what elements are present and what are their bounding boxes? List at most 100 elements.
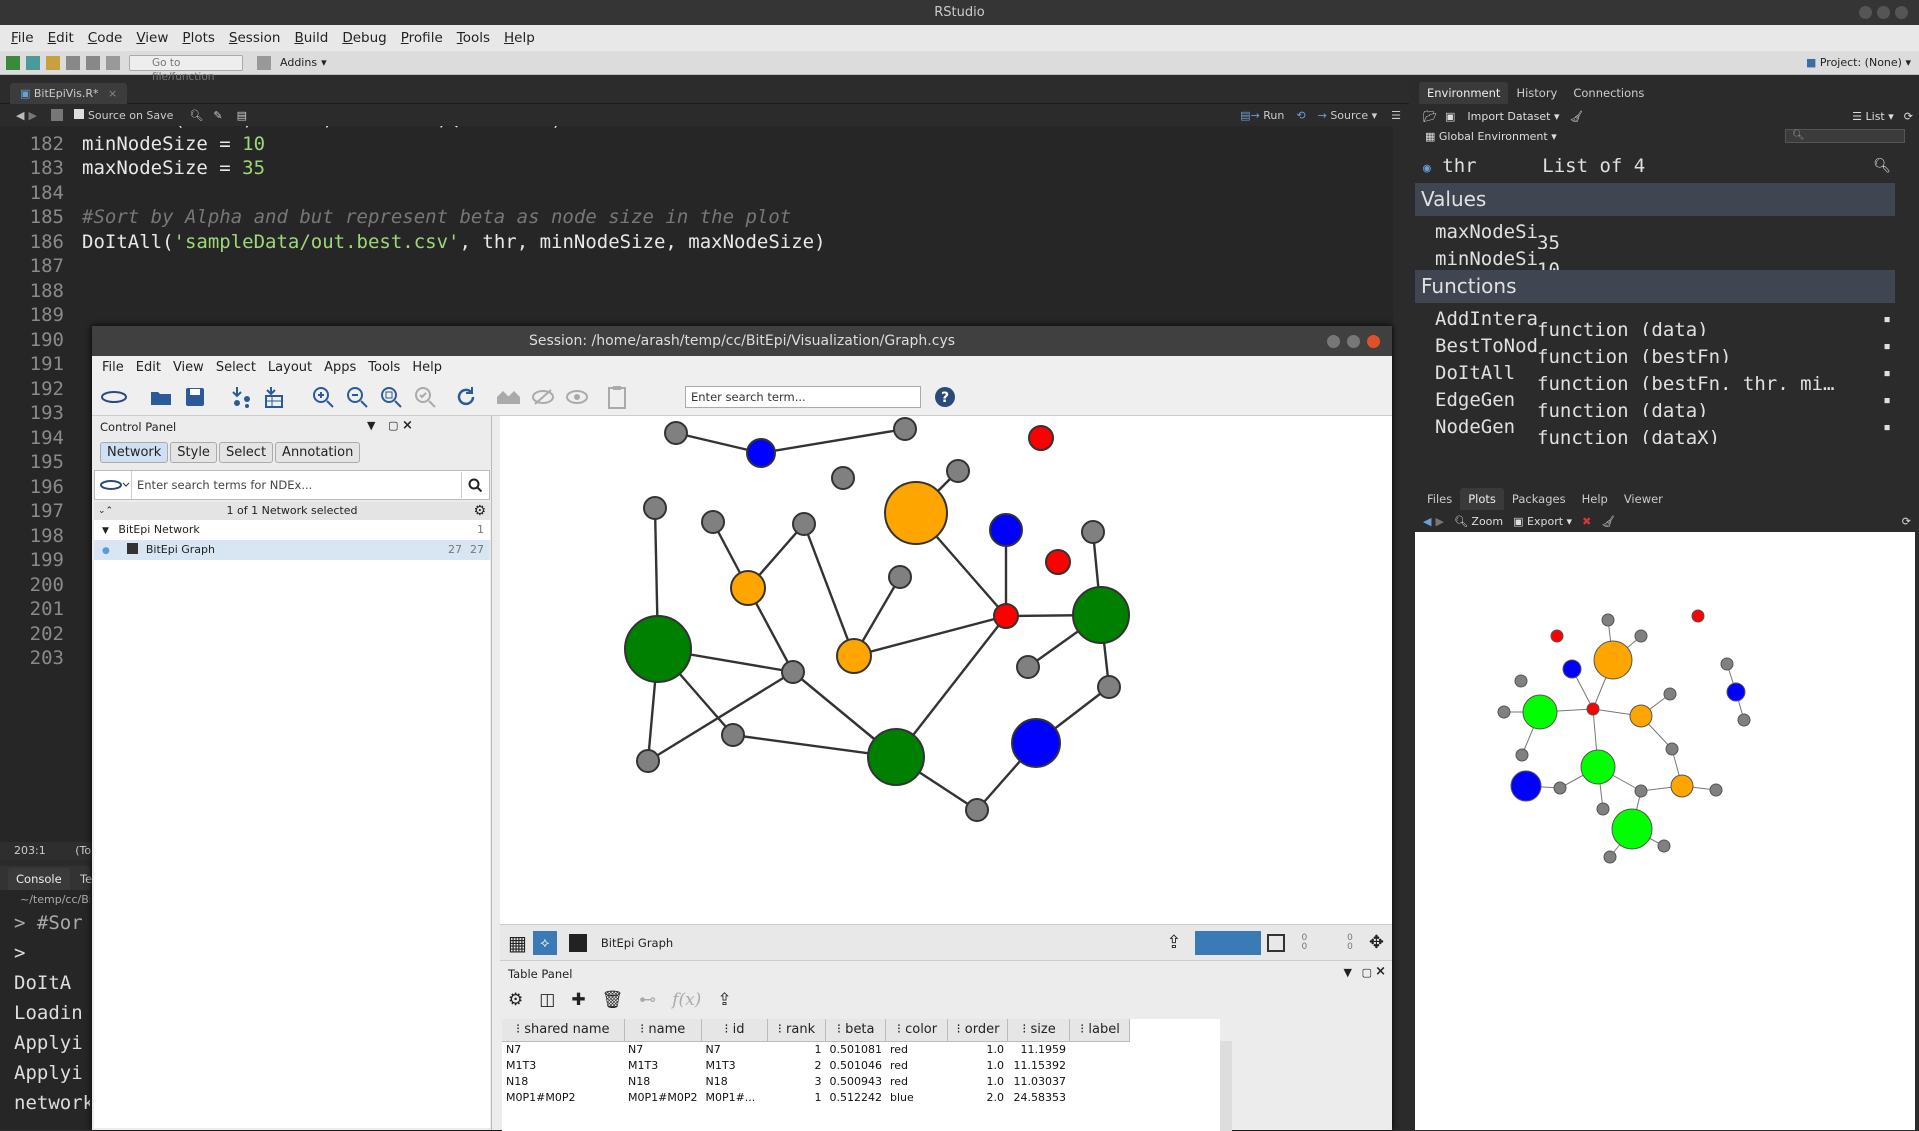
rerun-icon[interactable]: ⟲	[1296, 109, 1305, 122]
refresh-icon[interactable]	[452, 383, 480, 411]
table-cell[interactable]	[1070, 1057, 1130, 1073]
close-icon[interactable]	[1895, 6, 1908, 19]
pan-icon[interactable]: ✥	[1369, 932, 1384, 953]
table-row[interactable]: N18 N18 N18 3 0.500943 red 1.0 11.03037	[502, 1073, 1130, 1089]
graph-node[interactable]	[965, 798, 989, 822]
graph-edge[interactable]	[853, 614, 1007, 658]
tab-history[interactable]: History	[1508, 82, 1565, 104]
tab-plots[interactable]: Plots	[1460, 488, 1504, 510]
code-line[interactable]: minNodeSize = 10	[82, 133, 265, 155]
show-icon[interactable]	[563, 383, 591, 411]
table-cell[interactable]: 11.1959	[1008, 1041, 1070, 1057]
search-icon[interactable]: 🔍︎	[189, 109, 203, 122]
cy-menu-file[interactable]: File	[92, 360, 130, 375]
table-cell[interactable]: 1	[767, 1041, 825, 1057]
table-cell[interactable]: 1.0	[948, 1057, 1008, 1073]
table-cell[interactable]: N7	[701, 1041, 767, 1057]
column-header[interactable]: ⁝ name	[624, 1019, 702, 1042]
graph-edge[interactable]	[802, 523, 856, 657]
add-column-icon[interactable]: ✚	[571, 990, 585, 1010]
table-cell[interactable]: 2.0	[948, 1089, 1008, 1105]
minimize-icon[interactable]	[1859, 6, 1872, 19]
column-header[interactable]: ⁝ color	[885, 1019, 949, 1042]
graph-node[interactable]	[730, 570, 766, 606]
network-view[interactable]	[500, 416, 1392, 924]
run-button[interactable]: ▤→ Run	[1240, 109, 1284, 122]
tab-files[interactable]: Files	[1419, 488, 1460, 510]
graph-node[interactable]	[1011, 718, 1061, 768]
graph-node[interactable]	[1016, 655, 1040, 679]
table-scrollbar[interactable]	[1220, 1041, 1232, 1131]
table-cell[interactable]: M1T3	[701, 1057, 767, 1073]
back-icon[interactable]: ◀	[16, 109, 24, 122]
code-line[interactable]: maxNodeSize = 35	[82, 157, 265, 179]
graph-node[interactable]	[624, 615, 692, 683]
menu-plots[interactable]: Plots	[175, 30, 222, 46]
graph-node[interactable]	[867, 728, 925, 786]
menu-view[interactable]: View	[129, 30, 175, 46]
open-session-icon[interactable]	[147, 383, 175, 411]
table-cell[interactable]: 11.03037	[1008, 1073, 1070, 1089]
ndex-search-input[interactable]: Enter search terms for NDEx...	[131, 471, 391, 499]
search-icon[interactable]: 🔍︎	[1873, 150, 1891, 183]
zoom-selected-icon[interactable]	[411, 383, 439, 411]
table-cell[interactable]: red	[886, 1041, 948, 1057]
function-builder-icon[interactable]: f(x)	[672, 990, 701, 1010]
graph-node[interactable]	[721, 723, 745, 747]
scope-dropdown[interactable]: ▦ Global Environment ▾	[1425, 130, 1557, 143]
console-prompt[interactable]: >	[0, 1118, 90, 1130]
zoom-button[interactable]: 🔍︎ Zoom	[1454, 515, 1503, 528]
import-table-icon[interactable]	[260, 383, 288, 411]
table-cell[interactable]: M0P1#M0P2	[502, 1089, 624, 1105]
table-cell[interactable]	[1070, 1089, 1130, 1105]
graph-node[interactable]	[1045, 549, 1071, 575]
cy-menu-tools[interactable]: Tools	[362, 360, 406, 375]
tab-select[interactable]: Select	[218, 442, 274, 463]
tab-viewer[interactable]: Viewer	[1616, 488, 1671, 510]
project-menu[interactable]: ■ Project: (None) ▾	[1806, 56, 1911, 69]
column-header[interactable]: ⁝ label	[1069, 1019, 1131, 1042]
column-header[interactable]: ⁝ order	[947, 1019, 1009, 1042]
graph-node[interactable]	[888, 565, 912, 589]
selection-mode-icon[interactable]	[1195, 930, 1262, 955]
expand-icon[interactable]: ◉	[1423, 161, 1431, 176]
export-table-icon[interactable]: ⇪	[717, 990, 731, 1010]
export-icon[interactable]: ⇪	[1166, 932, 1181, 953]
graph-node[interactable]	[636, 749, 660, 773]
graph-node[interactable]	[781, 660, 805, 684]
graph-edge[interactable]	[760, 427, 906, 455]
delete-icon[interactable]: 🗑︎	[602, 990, 624, 1010]
detach-icon[interactable]	[568, 933, 587, 952]
cy-menu-edit[interactable]: Edit	[130, 360, 167, 375]
graph-node[interactable]	[643, 496, 667, 520]
table-cell[interactable]	[1070, 1073, 1130, 1089]
graph-node[interactable]	[1028, 425, 1054, 451]
column-header[interactable]: ⁝ size	[1007, 1019, 1071, 1042]
maximize-icon[interactable]	[1347, 335, 1360, 348]
next-plot-icon[interactable]: ▶	[1435, 515, 1443, 528]
grid-view-icon[interactable]: ▦	[508, 931, 527, 955]
graph-node[interactable]	[1097, 675, 1121, 699]
table-cell[interactable]: 1.0	[948, 1073, 1008, 1089]
graph-node[interactable]	[831, 466, 855, 490]
table-cell[interactable]: 11.15392	[1008, 1057, 1070, 1073]
column-header[interactable]: ⁝ shared name	[502, 1019, 625, 1042]
help-icon[interactable]: ?	[931, 383, 959, 411]
env-row-thr[interactable]: ◉ thr List of 4 🔍︎	[1415, 150, 1895, 183]
source-button[interactable]: → Source ▾	[1318, 109, 1378, 122]
cy-menu-help[interactable]: Help	[406, 360, 448, 375]
columns-icon[interactable]: ◫	[539, 990, 555, 1010]
save-all-icon[interactable]	[86, 55, 100, 70]
annotation-mode-icon[interactable]	[1267, 933, 1286, 952]
table-cell[interactable]: 1	[767, 1089, 825, 1105]
cy-menu-layout[interactable]: Layout	[262, 360, 318, 375]
hide-icon[interactable]	[529, 383, 557, 411]
table-cell[interactable]: 0.500943	[825, 1073, 886, 1089]
column-header[interactable]: ⁝ beta	[825, 1019, 887, 1042]
table-row[interactable]: M1T3 M1T3 M1T3 2 0.501046 red 1.0 11.15392	[502, 1057, 1130, 1073]
graph-node[interactable]	[893, 417, 917, 441]
close-panel-icon[interactable]: ×	[402, 418, 413, 433]
table-cell[interactable]: 24.58353	[1008, 1089, 1070, 1105]
tab-style[interactable]: Style	[170, 442, 217, 463]
save-session-icon[interactable]	[181, 383, 209, 411]
